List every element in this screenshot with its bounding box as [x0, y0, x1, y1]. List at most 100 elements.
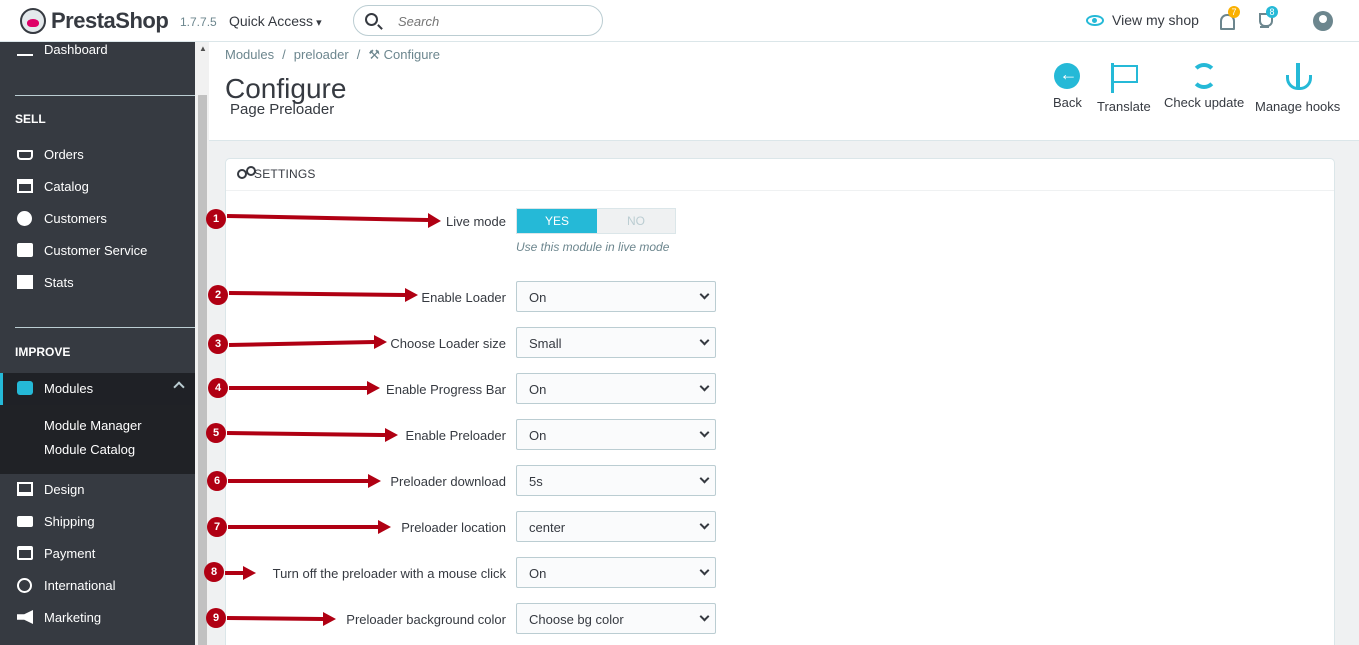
sidebar-item-international[interactable]: International — [0, 571, 195, 601]
select-value: Choose bg color — [529, 612, 624, 627]
megaphone-icon — [17, 610, 33, 624]
sidebar-subitem-module-manager[interactable]: Module Manager — [44, 418, 142, 433]
sidebar-item-label: Design — [44, 482, 85, 497]
breadcrumb: Modules / preloader / ⚒ Configure — [225, 47, 440, 62]
annotation-number: 5 — [206, 423, 226, 443]
notifications-bell-icon[interactable]: 7 — [1218, 6, 1240, 31]
enable-preloader-select[interactable]: On — [516, 419, 716, 450]
truck-icon — [17, 516, 33, 527]
credit-card-icon — [17, 546, 33, 560]
search-input[interactable] — [398, 12, 588, 30]
top-header: PrestaShop 1.7.7.5 Quick Access View my … — [0, 0, 1359, 42]
live-mode-no-option[interactable]: NO — [597, 209, 675, 233]
preloader-location-label: Preloader location — [401, 520, 506, 535]
select-value: 5s — [529, 474, 543, 489]
view-shop-link[interactable]: View my shop — [1086, 12, 1199, 28]
settings-panel-title: SETTINGS — [254, 167, 316, 181]
preloader-download-select[interactable]: 5s — [516, 465, 716, 496]
sidebar-item-label: Modules — [44, 381, 94, 396]
sidebar-item-dashboard[interactable]: Dashboard — [0, 35, 195, 65]
sidebar-divider — [15, 327, 195, 328]
brand-name[interactable]: PrestaShop — [51, 8, 169, 34]
sidebar-item-catalog[interactable]: Catalog — [0, 172, 195, 202]
bg-color-select[interactable]: Choose bg color — [516, 603, 716, 634]
sidebar-item-label: Marketing — [44, 610, 102, 625]
sidebar-item-label: Shipping — [44, 514, 95, 529]
sidebar-section-improve: IMPROVE — [15, 345, 71, 359]
anchor-icon — [1285, 63, 1312, 93]
wrench-icon: ⚒ — [368, 47, 380, 62]
view-shop-label: View my shop — [1112, 12, 1199, 28]
breadcrumb-modules[interactable]: Modules — [225, 47, 274, 62]
translate-label: Translate — [1097, 99, 1151, 114]
annotation-number: 9 — [206, 608, 226, 628]
live-mode-help-text: Use this module in live mode — [516, 240, 670, 254]
mouse-click-label: Turn off the preloader with a mouse clic… — [272, 566, 506, 581]
live-mode-switch[interactable]: YES NO — [516, 208, 676, 234]
loader-size-select[interactable]: Small — [516, 327, 716, 358]
chevron-down-icon — [699, 381, 710, 392]
annotation-number: 6 — [207, 471, 227, 491]
sidebar-item-label: Customer Service — [44, 243, 148, 258]
search-box[interactable] — [353, 5, 603, 36]
check-update-button[interactable]: Check update — [1164, 63, 1244, 110]
live-mode-yes-option[interactable]: YES — [517, 209, 597, 233]
sidebar-item-orders[interactable]: Orders — [0, 140, 195, 170]
trophy-badge: 8 — [1266, 6, 1278, 18]
sidebar-item-label: Dashboard — [44, 42, 108, 57]
eye-icon — [1086, 15, 1104, 26]
bg-color-label: Preloader background color — [346, 612, 506, 627]
chevron-down-icon — [699, 473, 710, 484]
select-value: center — [529, 520, 566, 535]
version-label: 1.7.7.5 — [180, 15, 217, 29]
annotation-number: 1 — [206, 209, 226, 229]
enable-loader-label: Enable Loader — [421, 290, 506, 305]
translate-button[interactable]: Translate — [1097, 63, 1151, 114]
sidebar-item-customer-service[interactable]: Customer Service — [0, 236, 195, 266]
enable-loader-select[interactable]: On — [516, 281, 716, 312]
search-icon[interactable] — [365, 13, 378, 26]
mouse-click-select[interactable]: On — [516, 557, 716, 588]
sidebar-item-label: Customers — [44, 211, 107, 226]
annotation-number: 8 — [204, 562, 224, 582]
breadcrumb-preloader[interactable]: preloader — [294, 47, 349, 62]
progress-bar-select[interactable]: On — [516, 373, 716, 404]
page-subtitle: Page Preloader — [230, 101, 335, 118]
shopping-basket-icon — [17, 150, 33, 160]
sidebar-section-sell: SELL — [15, 112, 46, 126]
modules-submenu — [0, 405, 195, 474]
sidebar-item-payment[interactable]: Payment — [0, 539, 195, 569]
chevron-down-icon — [699, 519, 710, 530]
sidebar-item-label: Payment — [44, 546, 96, 561]
scroll-up-arrow-icon[interactable]: ▲ — [199, 44, 207, 53]
sidebar-item-shipping[interactable]: Shipping — [0, 507, 195, 537]
trophy-icon[interactable]: 8 — [1256, 6, 1278, 31]
chat-icon — [17, 243, 33, 257]
puzzle-icon — [17, 381, 33, 395]
manage-hooks-button[interactable]: Manage hooks — [1255, 63, 1340, 114]
sidebar-item-label: International — [44, 578, 116, 593]
sidebar-item-stats[interactable]: Stats — [0, 268, 195, 298]
monitor-icon — [17, 482, 33, 496]
preloader-location-select[interactable]: center — [516, 511, 716, 542]
annotation-number: 7 — [207, 517, 227, 537]
sidebar-item-label: Orders — [44, 147, 84, 162]
prestashop-logo-icon[interactable] — [20, 8, 46, 34]
preloader-download-label: Preloader download — [390, 474, 506, 489]
user-account-icon[interactable] — [1313, 11, 1333, 31]
manage-hooks-label: Manage hooks — [1255, 99, 1341, 114]
annotation-number: 2 — [208, 285, 228, 305]
live-mode-label: Live mode — [446, 214, 506, 229]
sidebar-item-customers[interactable]: Customers — [0, 204, 195, 234]
sidebar-subitem-module-catalog[interactable]: Module Catalog — [44, 442, 135, 457]
back-button[interactable]: Back — [1053, 63, 1082, 110]
notifications-badge: 7 — [1228, 6, 1240, 18]
breadcrumb-configure: Configure — [383, 47, 440, 62]
quick-access-dropdown[interactable]: Quick Access — [229, 13, 322, 29]
sidebar-item-marketing[interactable]: Marketing — [0, 603, 195, 633]
sidebar-item-modules-content[interactable]: Modules — [0, 374, 195, 404]
flag-icon — [1110, 63, 1138, 93]
sidebar-scrollbar-thumb[interactable] — [198, 95, 207, 645]
sidebar-item-design[interactable]: Design — [0, 475, 195, 505]
annotation-number: 3 — [208, 334, 228, 354]
